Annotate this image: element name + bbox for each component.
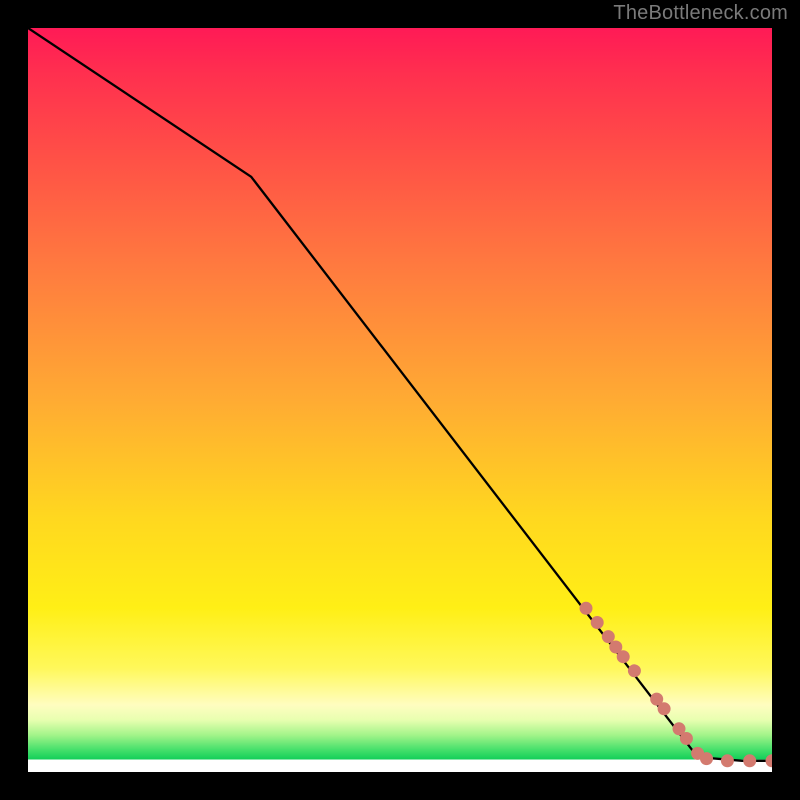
data-point [580,602,593,615]
data-point [591,616,604,629]
chart-line [28,28,772,761]
data-point [743,754,756,767]
data-point [602,630,615,643]
data-point [680,732,693,745]
data-point [721,754,734,767]
chart-points [580,602,773,768]
plot-area [28,28,772,772]
attribution-text: TheBottleneck.com [613,2,788,25]
data-point [766,754,773,767]
data-point [658,702,671,715]
data-point [628,664,641,677]
data-point [700,752,713,765]
chart-stage: TheBottleneck.com [0,0,800,800]
chart-overlay [28,28,772,772]
data-point [617,650,630,663]
